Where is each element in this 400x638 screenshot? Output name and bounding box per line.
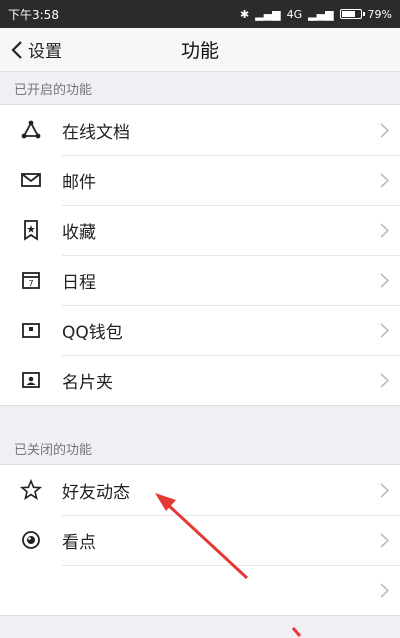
list-item-friend-feed[interactable]: 好友动态 — [0, 465, 400, 515]
nav-bar: 设置 功能 — [0, 28, 400, 72]
card-icon — [22, 372, 40, 388]
list-item-schedule[interactable]: 7 日程 — [0, 255, 400, 305]
back-label: 设置 — [28, 42, 62, 62]
bluetooth-icon: ✱ — [240, 7, 250, 21]
status-bar: 下午3:58 ✱ ▂▄▆ 4G ▂▄▆ 79% — [0, 0, 400, 28]
online-doc-icon — [21, 120, 41, 139]
list-item-cards[interactable]: 名片夹 — [0, 355, 400, 405]
section-gap — [0, 406, 400, 432]
list-item-partial[interactable] — [0, 565, 400, 615]
list-item-wallet[interactable]: QQ钱包 — [0, 305, 400, 355]
battery-percent: 79% — [367, 7, 392, 21]
network-type: 4G — [286, 7, 303, 21]
section-header-enabled: 已开启的功能 — [0, 72, 400, 104]
chevron-left-icon — [11, 40, 22, 59]
battery-icon — [339, 9, 365, 19]
section-header-disabled: 已关闭的功能 — [0, 432, 400, 464]
star-icon — [20, 479, 42, 500]
status-time: 下午3:58 — [8, 7, 59, 22]
enabled-list: 在线文档 邮件 收藏 7 日程 QQ钱包 名片夹 — [0, 104, 400, 406]
wallet-icon — [22, 323, 40, 338]
content: 已开启的功能 在线文档 邮件 收藏 7 日程 QQ钱包 名片夹 已关闭的功能 好… — [0, 72, 400, 616]
list-item-kandian[interactable]: 看点 — [0, 515, 400, 565]
list-item-favorites[interactable]: 收藏 — [0, 205, 400, 255]
signal-icon: ▂▄▆ — [255, 7, 281, 21]
disabled-list: 好友动态 看点 — [0, 464, 400, 616]
list-item-mail[interactable]: 邮件 — [0, 155, 400, 205]
list-item-online-doc[interactable]: 在线文档 — [0, 105, 400, 155]
signal-icon-2: ▂▄▆ — [308, 7, 334, 21]
bookmark-icon — [24, 220, 38, 241]
mail-icon — [21, 173, 41, 187]
calendar-icon: 7 — [22, 272, 40, 289]
status-indicators: ✱ ▂▄▆ 4G ▂▄▆ 79% — [240, 8, 392, 21]
back-button[interactable]: 设置 — [0, 28, 62, 71]
eye-icon — [22, 531, 40, 549]
svg-text:7: 7 — [28, 279, 33, 288]
